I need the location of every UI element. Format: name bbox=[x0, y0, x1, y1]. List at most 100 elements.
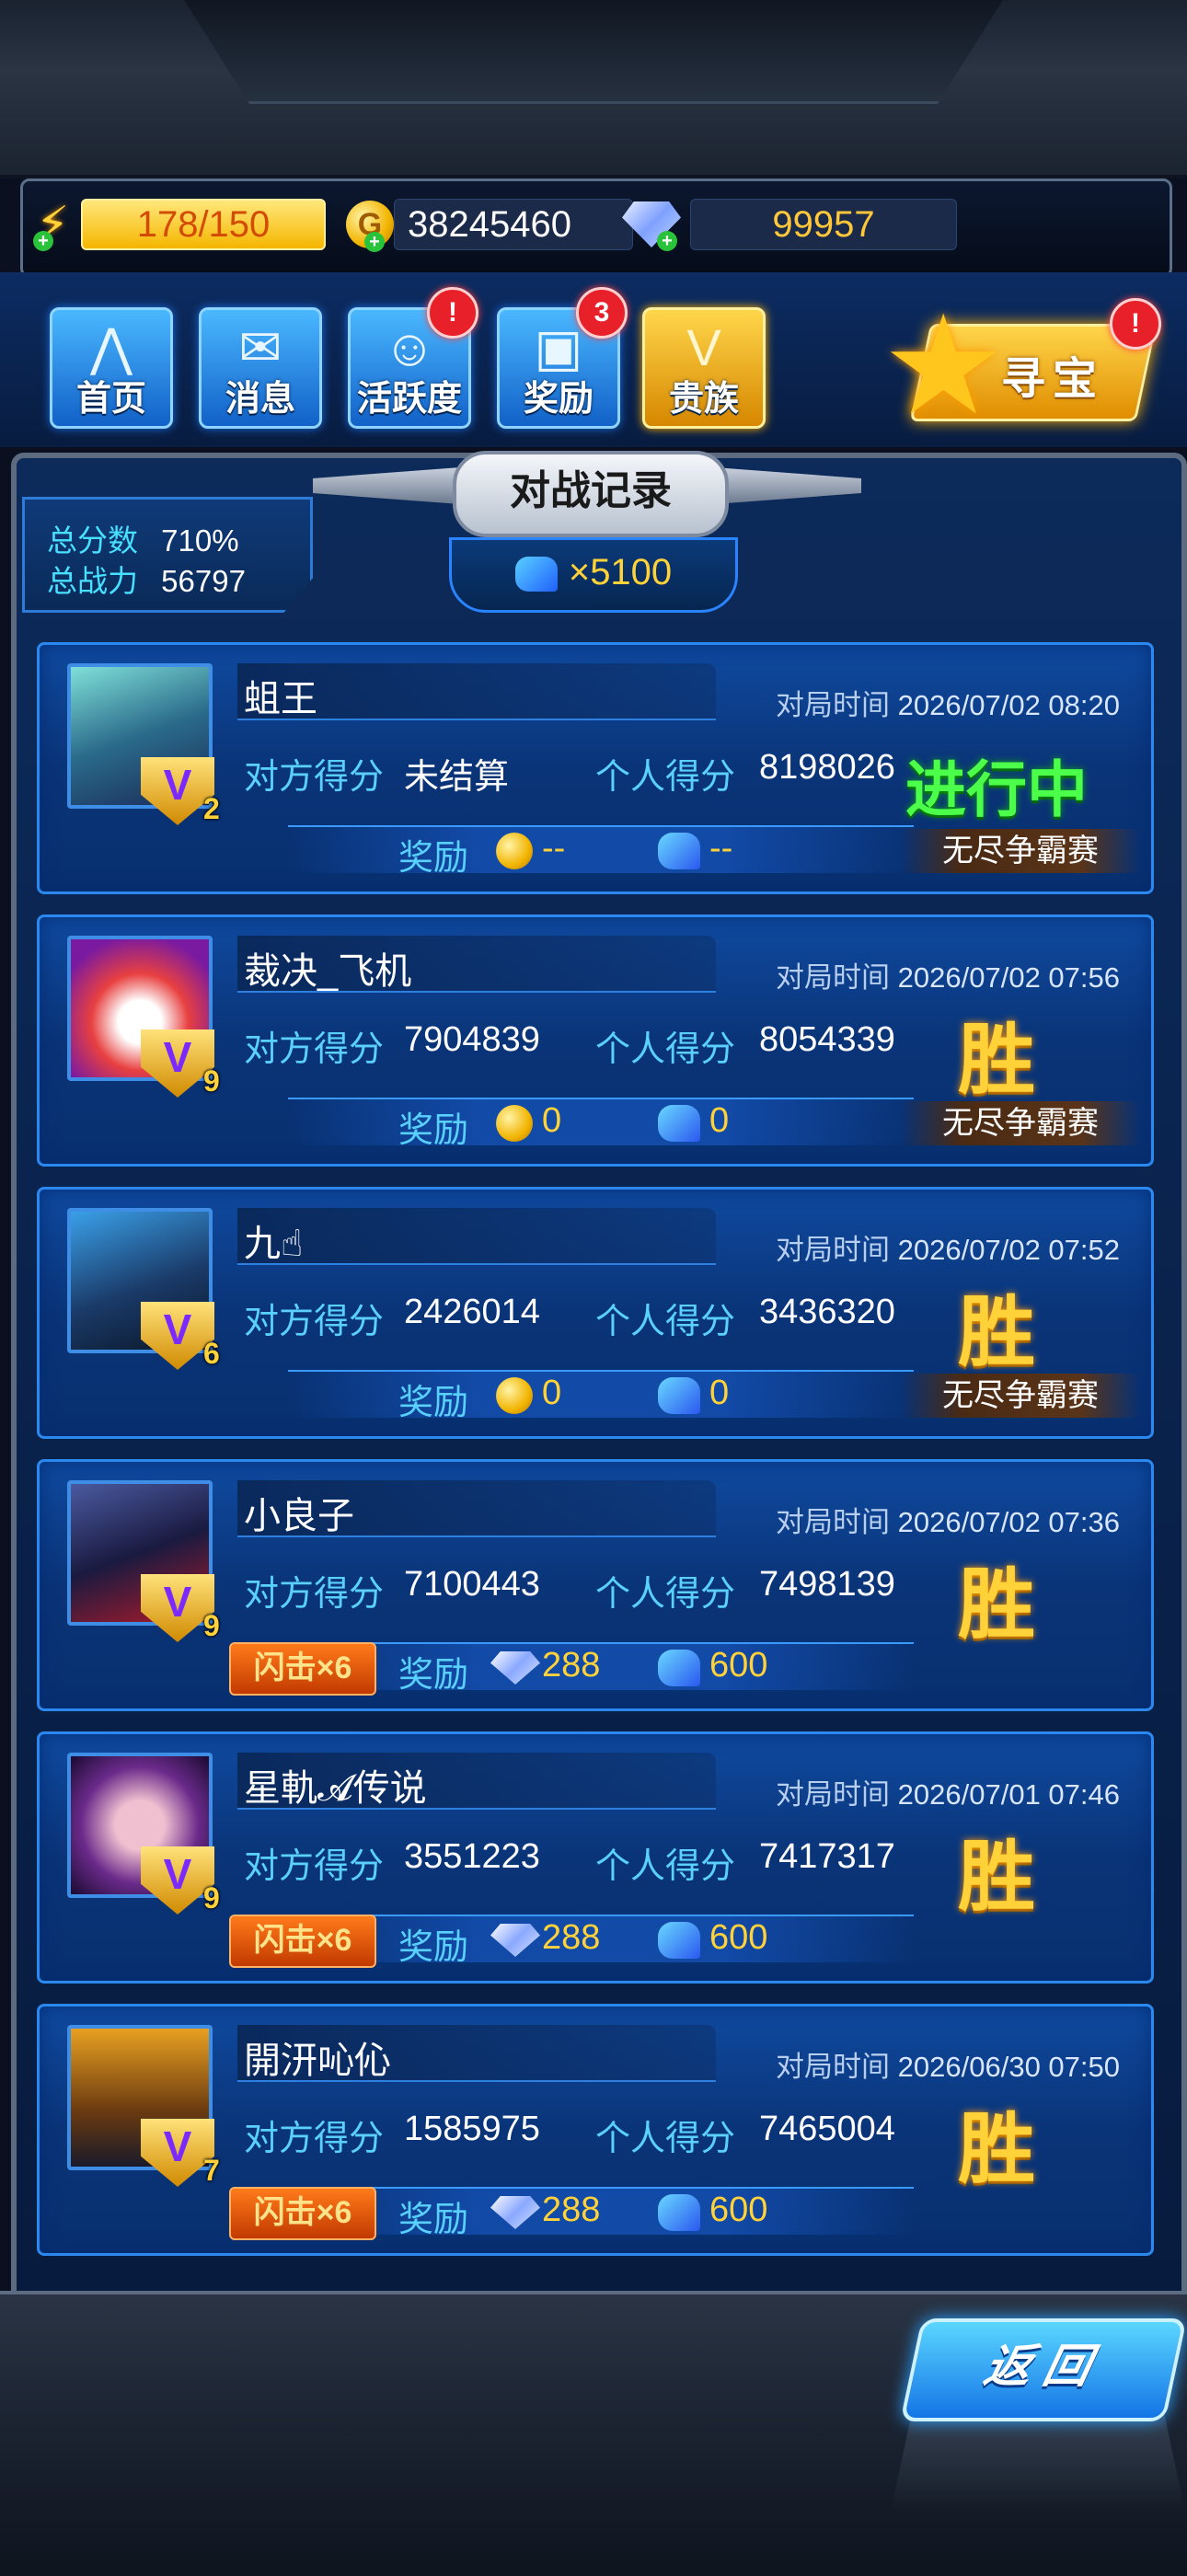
panel-title: 对战记录 bbox=[453, 451, 729, 537]
record-card[interactable]: V 9 裁决_飞机 对局时间 2026/07/02 07:56 对方得分 790… bbox=[37, 914, 1154, 1167]
reward-bar bbox=[288, 825, 914, 873]
reward-value-1: 0 bbox=[542, 1374, 562, 1412]
combo-tag: 闪击×6 bbox=[229, 1642, 376, 1696]
activity-badge: ! bbox=[427, 287, 478, 339]
treasure-label: 寻宝 bbox=[1001, 355, 1105, 404]
activity-label: 活跃度 bbox=[356, 380, 462, 419]
chip-icon bbox=[658, 833, 700, 869]
home-label: 首页 bbox=[75, 380, 146, 419]
time-value: 2026/07/02 07:36 bbox=[897, 1506, 1120, 1538]
combo-tag: 闪击×6 bbox=[229, 1915, 376, 1968]
reward-bar bbox=[288, 2187, 914, 2235]
time-label: 对局时间 bbox=[776, 689, 891, 721]
time-label: 对局时间 bbox=[776, 1778, 891, 1811]
rewards-label: 奖励 bbox=[523, 380, 594, 419]
personal-score-label: 个人得分 bbox=[595, 1030, 736, 1069]
personal-score-label: 个人得分 bbox=[595, 1847, 736, 1886]
record-card[interactable]: V 7 開汧吣伈 对局时间 2026/06/30 07:50 对方得分 1585… bbox=[37, 2004, 1154, 2256]
record-card[interactable]: V 9 星軌𝓐传说 对局时间 2026/07/01 07:46 对方得分 355… bbox=[37, 1731, 1154, 1984]
match-time: 对局时间 2026/07/02 07:56 bbox=[776, 954, 1120, 995]
reward-value-1: 0 bbox=[542, 1101, 562, 1140]
top-frame bbox=[0, 0, 1187, 178]
reward-value-2: 0 bbox=[709, 1101, 730, 1140]
opponent-score-value: 2426014 bbox=[404, 1293, 540, 1331]
messages-button[interactable]: ✉ 消息 bbox=[199, 307, 322, 429]
reward-value-2: 600 bbox=[709, 2191, 768, 2229]
noble-label: 贵族 bbox=[668, 380, 739, 419]
personal-score-value: 8054339 bbox=[759, 1020, 895, 1059]
chip-icon bbox=[658, 1377, 700, 1414]
time-value: 2026/06/30 07:50 bbox=[897, 2051, 1120, 2083]
personal-score-value: 7498139 bbox=[759, 1565, 895, 1604]
coin-icon bbox=[496, 833, 533, 869]
opponent-score-value: 未结算 bbox=[404, 758, 510, 797]
opponent-score-value: 1585975 bbox=[404, 2110, 540, 2148]
rank-level: 7 bbox=[203, 2154, 220, 2187]
time-label: 对局时间 bbox=[776, 961, 891, 994]
noble-button[interactable]: V 贵族 bbox=[642, 307, 766, 429]
match-time: 对局时间 2026/06/30 07:50 bbox=[776, 2043, 1120, 2085]
opponent-score-label: 对方得分 bbox=[244, 758, 385, 797]
reward-value-1: 288 bbox=[542, 2191, 601, 2229]
record-card[interactable]: V 9 小良子 对局时间 2026/07/02 07:36 对方得分 71004… bbox=[37, 1459, 1154, 1711]
energy-group[interactable]: ⚡ + 178/150 bbox=[28, 198, 326, 251]
match-status: 胜 bbox=[957, 1017, 1035, 1103]
add-energy-icon[interactable]: + bbox=[33, 231, 53, 251]
personal-score-label: 个人得分 bbox=[595, 758, 736, 797]
opponent-score-value: 7904839 bbox=[404, 1020, 540, 1059]
coin-icon bbox=[496, 1377, 533, 1414]
coin-group[interactable]: G + 38245460 bbox=[346, 198, 633, 252]
rank-level: 9 bbox=[203, 1064, 220, 1098]
time-value: 2026/07/02 07:52 bbox=[897, 1234, 1120, 1266]
match-status: 胜 bbox=[957, 2106, 1035, 2192]
chip-icon bbox=[658, 1650, 700, 1686]
reward-bar bbox=[288, 1915, 914, 1962]
player-name: 星軌𝓐传说 bbox=[244, 1768, 427, 1809]
reward-bar bbox=[288, 1098, 914, 1145]
reward-value-1: -- bbox=[542, 829, 566, 868]
energy-value: 178/150 bbox=[81, 199, 326, 250]
coin-icon bbox=[496, 1105, 533, 1142]
coin-value: 38245460 bbox=[394, 199, 633, 250]
home-button[interactable]: ⋀ 首页 bbox=[50, 307, 173, 429]
record-card[interactable]: V 6 九☝ 对局时间 2026/07/02 07:52 对方得分 242601… bbox=[37, 1187, 1154, 1439]
combo-tag: 闪击×6 bbox=[229, 2187, 376, 2240]
reward-label: 奖励 bbox=[398, 839, 469, 878]
rewards-badge: 3 bbox=[576, 287, 628, 339]
add-coin-icon[interactable]: + bbox=[364, 232, 385, 252]
record-card[interactable]: V 2 蛆王 对局时间 2026/07/02 08:20 对方得分 未结算 个人… bbox=[37, 642, 1154, 894]
match-time: 对局时间 2026/07/02 08:20 bbox=[776, 682, 1120, 723]
player-name: 蛆王 bbox=[244, 679, 317, 719]
opponent-score-value: 7100443 bbox=[404, 1565, 540, 1604]
personal-score-label: 个人得分 bbox=[595, 1303, 736, 1341]
total-score-value: 710% bbox=[161, 523, 239, 558]
gem-value: 99957 bbox=[690, 199, 957, 250]
pool-box: ×5100 bbox=[449, 537, 738, 613]
back-button[interactable]: 返回 bbox=[900, 2318, 1187, 2421]
opponent-score-label: 对方得分 bbox=[244, 1847, 385, 1886]
total-power-value: 56797 bbox=[161, 564, 246, 598]
add-gem-icon[interactable]: + bbox=[657, 231, 677, 251]
opponent-score-label: 对方得分 bbox=[244, 1303, 385, 1341]
mode-tag: 无尽争霸赛 bbox=[901, 1374, 1140, 1418]
score-summary: 总分数 710% 总战力 56797 bbox=[22, 497, 313, 613]
personal-score-value: 3436320 bbox=[759, 1293, 895, 1331]
personal-score-value: 8198026 bbox=[759, 748, 895, 787]
time-label: 对局时间 bbox=[776, 1234, 891, 1266]
chip-icon bbox=[658, 1922, 700, 1959]
time-label: 对局时间 bbox=[776, 1506, 891, 1538]
opponent-score-label: 对方得分 bbox=[244, 1575, 385, 1614]
personal-score-value: 7465004 bbox=[759, 2110, 895, 2148]
reward-label: 奖励 bbox=[398, 1656, 469, 1695]
reward-value-1: 288 bbox=[542, 1646, 601, 1685]
reward-label: 奖励 bbox=[398, 2201, 469, 2239]
reward-value-1: 288 bbox=[542, 1918, 601, 1957]
player-name: 小良子 bbox=[244, 1496, 354, 1536]
match-time: 对局时间 2026/07/02 07:36 bbox=[776, 1499, 1120, 1540]
messages-label: 消息 bbox=[225, 380, 295, 419]
personal-score-value: 7417317 bbox=[759, 1837, 895, 1876]
gem-group[interactable]: + 99957 bbox=[622, 198, 957, 251]
treasure-badge: ! bbox=[1110, 298, 1161, 350]
rank-level: 2 bbox=[203, 792, 220, 825]
chip-icon bbox=[514, 557, 558, 592]
